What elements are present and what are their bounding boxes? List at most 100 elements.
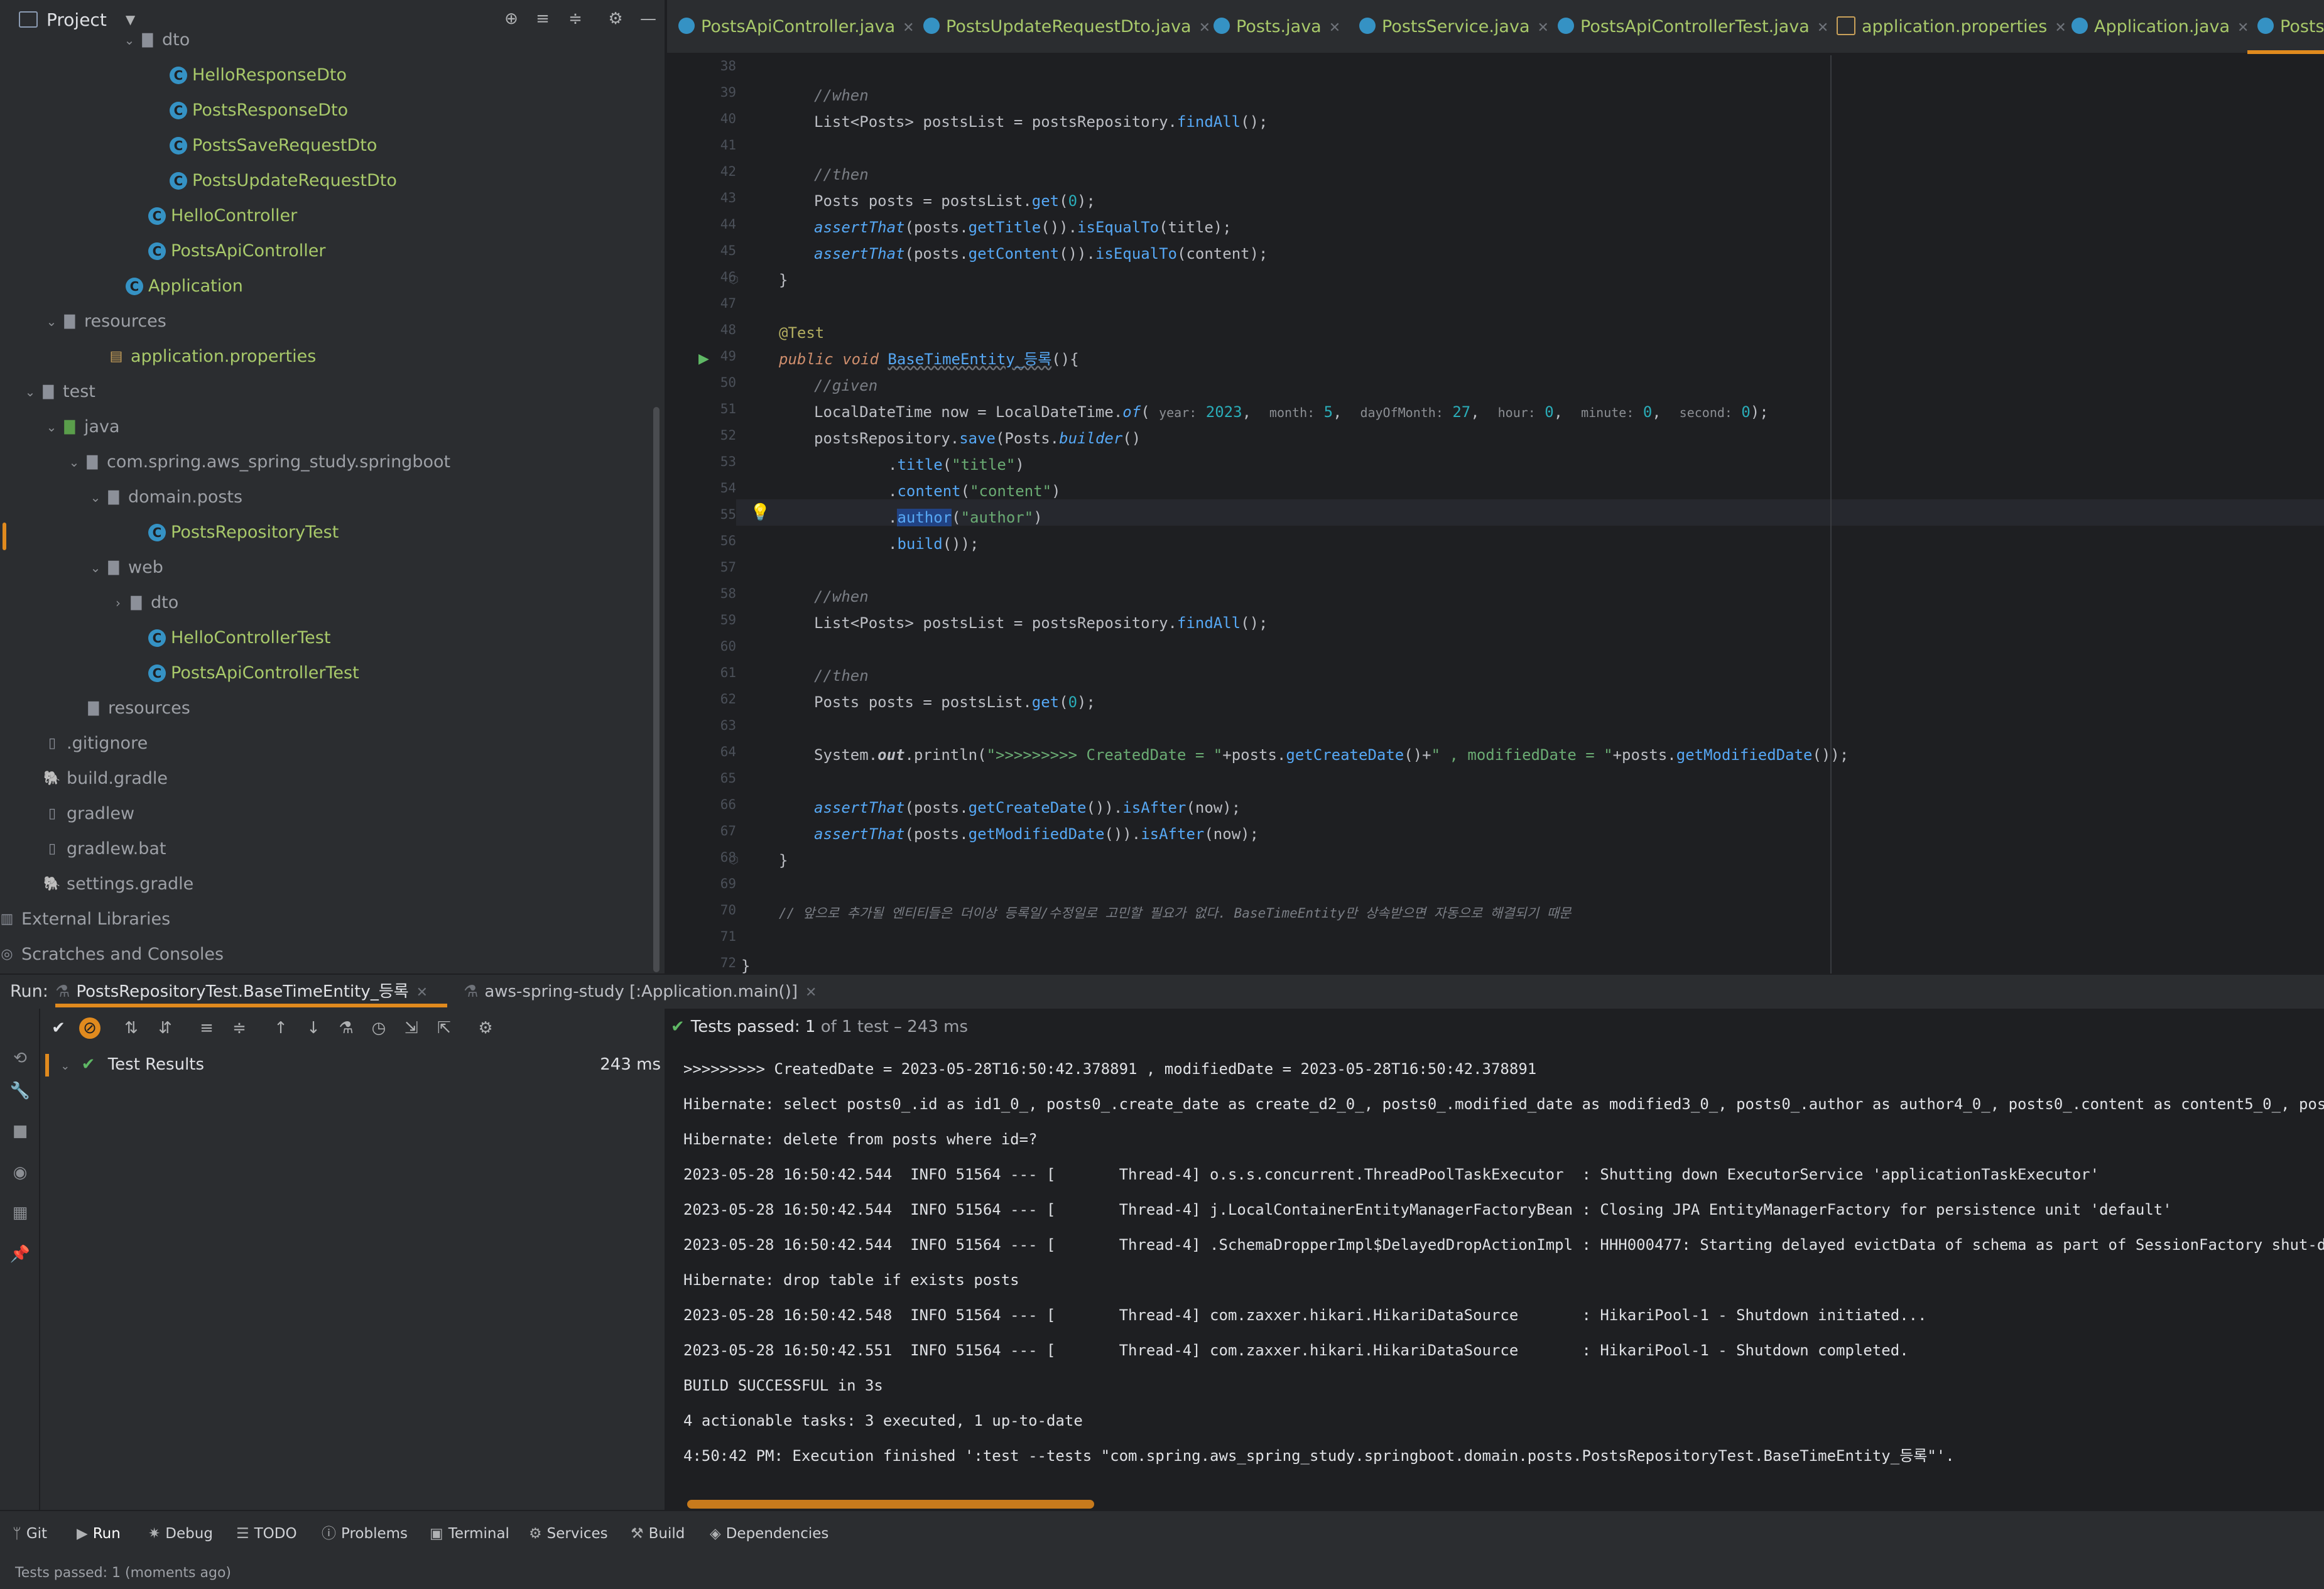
- tree-item[interactable]: C PostsUpdateRequestDto: [170, 163, 397, 198]
- console-horizontal-scrollbar[interactable]: [687, 1500, 1094, 1509]
- tool-button-debug[interactable]: ✷ Debug: [148, 1510, 213, 1558]
- layout-icon[interactable]: ▦: [9, 1203, 31, 1226]
- pin-history-icon[interactable]: ⟲: [9, 1049, 31, 1071]
- close-icon[interactable]: ✕: [805, 985, 817, 1001]
- wrench-icon[interactable]: 🔧: [9, 1082, 31, 1104]
- console-line: Hibernate: drop table if exists posts: [683, 1271, 1019, 1289]
- import-tests-icon[interactable]: ⚗: [335, 1017, 357, 1039]
- gear-icon[interactable]: ⚙: [475, 1017, 496, 1039]
- collapse-all-icon[interactable]: ≑: [229, 1017, 250, 1039]
- tree-item[interactable]: ⌄ ▇ domain.posts: [90, 480, 242, 515]
- project-panel-title[interactable]: Project: [46, 9, 107, 30]
- editor-tab[interactable]: Posts: [2257, 0, 2324, 54]
- stop-icon[interactable]: ■: [9, 1122, 31, 1144]
- show-passed-icon[interactable]: ✔: [48, 1017, 69, 1039]
- import-icon[interactable]: ⇲: [401, 1017, 422, 1039]
- tree-item[interactable]: ⌄ ▇ com.spring.aws_spring_study.springboot: [69, 445, 450, 480]
- project-view-icon[interactable]: [19, 11, 38, 28]
- tree-item[interactable]: ▇ resources: [84, 691, 190, 726]
- close-icon[interactable]: ✕: [1329, 20, 1340, 36]
- tree-item[interactable]: ⌄ ▇ java: [46, 409, 120, 445]
- tool-button-terminal[interactable]: ▣ Terminal: [430, 1510, 509, 1558]
- chevron-down-icon[interactable]: ⌄: [43, 304, 60, 339]
- tree-item[interactable]: C PostsApiControllerTest: [148, 656, 359, 691]
- close-icon[interactable]: ✕: [903, 20, 914, 36]
- arrow-up-icon[interactable]: ↑: [270, 1017, 291, 1039]
- tool-button-dependencies[interactable]: ◈ Dependencies: [710, 1510, 828, 1558]
- run-test-icon[interactable]: ▶: [698, 346, 709, 372]
- tree-item[interactable]: ▤ application.properties: [107, 339, 317, 374]
- project-scrollbar[interactable]: [653, 407, 660, 972]
- arrow-down-icon[interactable]: ↓: [303, 1017, 324, 1039]
- run-tab-app[interactable]: ⚗ aws-spring-study [:Application.main()] ✕: [464, 975, 817, 1009]
- tool-button-todo[interactable]: ☰ TODO: [236, 1510, 297, 1558]
- tree-item[interactable]: C PostsRepositoryTest: [148, 515, 339, 550]
- editor-tab[interactable]: Application.java ✕: [2072, 0, 2249, 54]
- class-icon: [2257, 17, 2274, 34]
- collapse-all-icon[interactable]: ≑: [564, 8, 587, 30]
- tree-item[interactable]: C PostsSaveRequestDto: [170, 128, 377, 163]
- tree-item[interactable]: C HelloControllerTest: [148, 621, 330, 656]
- chevron-down-icon[interactable]: ⌄: [21, 374, 39, 409]
- gear-icon[interactable]: ⚙: [604, 8, 627, 30]
- editor-tab[interactable]: PostsUpdateRequestDto.java ✕: [923, 0, 1210, 54]
- tree-item[interactable]: C PostsResponseDto: [170, 93, 348, 128]
- fold-icon[interactable]: ⬡: [729, 267, 739, 293]
- expand-all-icon[interactable]: ≡: [531, 8, 554, 30]
- expand-all-icon[interactable]: ≡: [196, 1017, 217, 1039]
- close-icon[interactable]: ✕: [416, 985, 428, 1001]
- export-icon[interactable]: ⇱: [433, 1017, 455, 1039]
- history-icon[interactable]: ◷: [368, 1017, 389, 1039]
- chevron-down-icon[interactable]: ⌄: [87, 550, 104, 585]
- sort-duration-icon[interactable]: ⇵: [155, 1017, 176, 1039]
- close-icon[interactable]: ✕: [2055, 20, 2066, 36]
- tool-button-problems[interactable]: ⓘ Problems: [322, 1510, 408, 1558]
- tree-item[interactable]: ▯ gradlew.bat: [43, 832, 166, 867]
- sort-alpha-icon[interactable]: ⇅: [121, 1017, 142, 1039]
- fold-icon[interactable]: ⬡: [729, 847, 739, 874]
- chevron-down-icon[interactable]: ⌄: [121, 23, 138, 58]
- chevron-right-icon[interactable]: ›: [109, 585, 127, 621]
- show-ignored-icon[interactable]: ⊘: [79, 1017, 100, 1039]
- close-icon[interactable]: ✕: [1199, 20, 1210, 36]
- tool-button-services[interactable]: ⚙ Services: [529, 1510, 608, 1558]
- line-number: 72: [720, 955, 736, 970]
- tree-item[interactable]: ⌄ ▇ resources: [46, 304, 166, 339]
- tool-button-run[interactable]: ▶ Run: [77, 1510, 121, 1558]
- editor-tab[interactable]: application.properties ✕: [1837, 0, 2066, 54]
- editor-tab[interactable]: Posts.java ✕: [1214, 0, 1340, 54]
- locate-icon[interactable]: ⊕: [500, 8, 523, 30]
- editor-tab[interactable]: PostsService.java ✕: [1359, 0, 1549, 54]
- close-icon[interactable]: ✕: [1817, 20, 1828, 36]
- editor-tab[interactable]: PostsApiController.java ✕: [678, 0, 915, 54]
- tree-item[interactable]: › ▇ dto: [116, 585, 178, 621]
- tree-item[interactable]: ▯ gradlew: [43, 796, 134, 832]
- tool-button-build[interactable]: ⚒ Build: [631, 1510, 685, 1558]
- lightbulb-icon[interactable]: 💡: [750, 499, 770, 526]
- tree-item[interactable]: 🐘 settings.gradle: [43, 867, 193, 902]
- tree-item[interactable]: C Application: [126, 269, 243, 304]
- chevron-down-icon[interactable]: ⌄: [60, 1060, 70, 1073]
- tree-item[interactable]: ⌄ ▇ web: [90, 550, 163, 585]
- pin-icon[interactable]: 📌: [9, 1245, 31, 1267]
- tree-item[interactable]: C PostsApiController: [148, 234, 325, 269]
- eye-icon[interactable]: ◉: [9, 1163, 31, 1186]
- editor-tab[interactable]: PostsApiControllerTest.java ✕: [1558, 0, 1828, 54]
- tree-item[interactable]: C HelloResponseDto: [170, 58, 347, 93]
- tool-button-git[interactable]: ᛘ Git: [13, 1510, 47, 1558]
- close-icon[interactable]: ✕: [2237, 20, 2249, 36]
- close-icon[interactable]: ✕: [1538, 20, 1549, 36]
- minimize-icon[interactable]: —: [637, 8, 660, 30]
- tree-item[interactable]: ›◎Scratches and Consoles: [1, 937, 224, 972]
- tree-item[interactable]: C HelloController: [148, 198, 297, 234]
- chevron-down-icon[interactable]: ⌄: [87, 480, 104, 515]
- tree-item[interactable]: ⌄ ▇ dto: [124, 23, 190, 58]
- chevron-down-icon[interactable]: ⌄: [65, 445, 83, 480]
- tree-item[interactable]: ▯ .gitignore: [43, 726, 148, 761]
- tree-item[interactable]: ›▥External Libraries: [1, 902, 171, 937]
- line-number: 65: [720, 771, 736, 786]
- tree-item[interactable]: ⌄ ▇ test: [25, 374, 95, 409]
- tree-item[interactable]: 🐘 build.gradle: [43, 761, 168, 796]
- test-results-row[interactable]: ⌄ ✔ Test Results 243 ms: [45, 1049, 663, 1080]
- chevron-down-icon[interactable]: ⌄: [43, 409, 60, 445]
